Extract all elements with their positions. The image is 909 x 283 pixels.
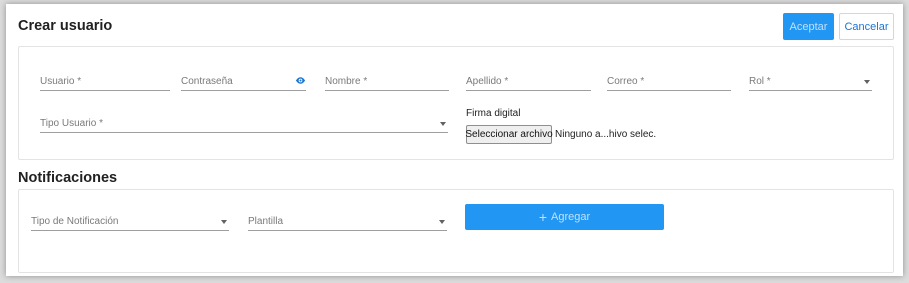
rol-label: Rol * xyxy=(749,76,771,87)
apellido-label: Apellido * xyxy=(466,76,509,87)
cancel-button[interactable]: Cancelar xyxy=(839,13,894,40)
plantilla-label: Plantilla xyxy=(248,216,284,227)
chevron-down-icon xyxy=(440,122,446,126)
correo-label: Correo * xyxy=(607,76,645,87)
tipo-notificacion-label: Tipo de Notificación xyxy=(31,216,119,227)
usuario-field[interactable]: Usuario * xyxy=(40,73,170,91)
eye-icon[interactable] xyxy=(295,75,306,86)
usuario-label: Usuario * xyxy=(40,76,82,87)
apellido-field[interactable]: Apellido * xyxy=(466,73,591,91)
chevron-down-icon xyxy=(439,220,445,224)
notifications-card: Tipo de Notificación Plantilla + Agregar xyxy=(18,189,894,273)
page-title: Crear usuario xyxy=(18,18,113,34)
notifications-title: Notificaciones xyxy=(18,170,118,186)
tipo-usuario-label: Tipo Usuario * xyxy=(40,118,103,129)
rol-select[interactable]: Rol * xyxy=(749,73,872,91)
correo-field[interactable]: Correo * xyxy=(607,73,731,91)
nombre-label: Nombre * xyxy=(325,76,368,87)
file-status-text: Ninguno a...hivo selec. xyxy=(555,129,657,140)
user-form-card: Usuario * Contraseña Nombre * Apellido *… xyxy=(18,46,894,160)
accept-button[interactable]: Aceptar xyxy=(783,13,834,40)
select-file-button[interactable]: Seleccionar archivo xyxy=(465,125,553,144)
create-user-panel: Crear usuario Aceptar Cancelar Usuario *… xyxy=(6,4,903,276)
password-label: Contraseña xyxy=(181,76,233,87)
add-button-label: Agregar xyxy=(551,211,591,223)
add-notification-button[interactable]: + Agregar xyxy=(465,204,664,230)
plus-icon: + xyxy=(538,209,548,225)
firma-digital-label: Firma digital xyxy=(466,108,521,119)
password-field[interactable]: Contraseña xyxy=(181,73,306,91)
chevron-down-icon xyxy=(864,80,870,84)
tipo-notificacion-select[interactable]: Tipo de Notificación xyxy=(31,213,229,231)
chevron-down-icon xyxy=(221,220,227,224)
plantilla-select[interactable]: Plantilla xyxy=(248,213,447,231)
nombre-field[interactable]: Nombre * xyxy=(325,73,449,91)
tipo-usuario-select[interactable]: Tipo Usuario * xyxy=(40,115,448,133)
